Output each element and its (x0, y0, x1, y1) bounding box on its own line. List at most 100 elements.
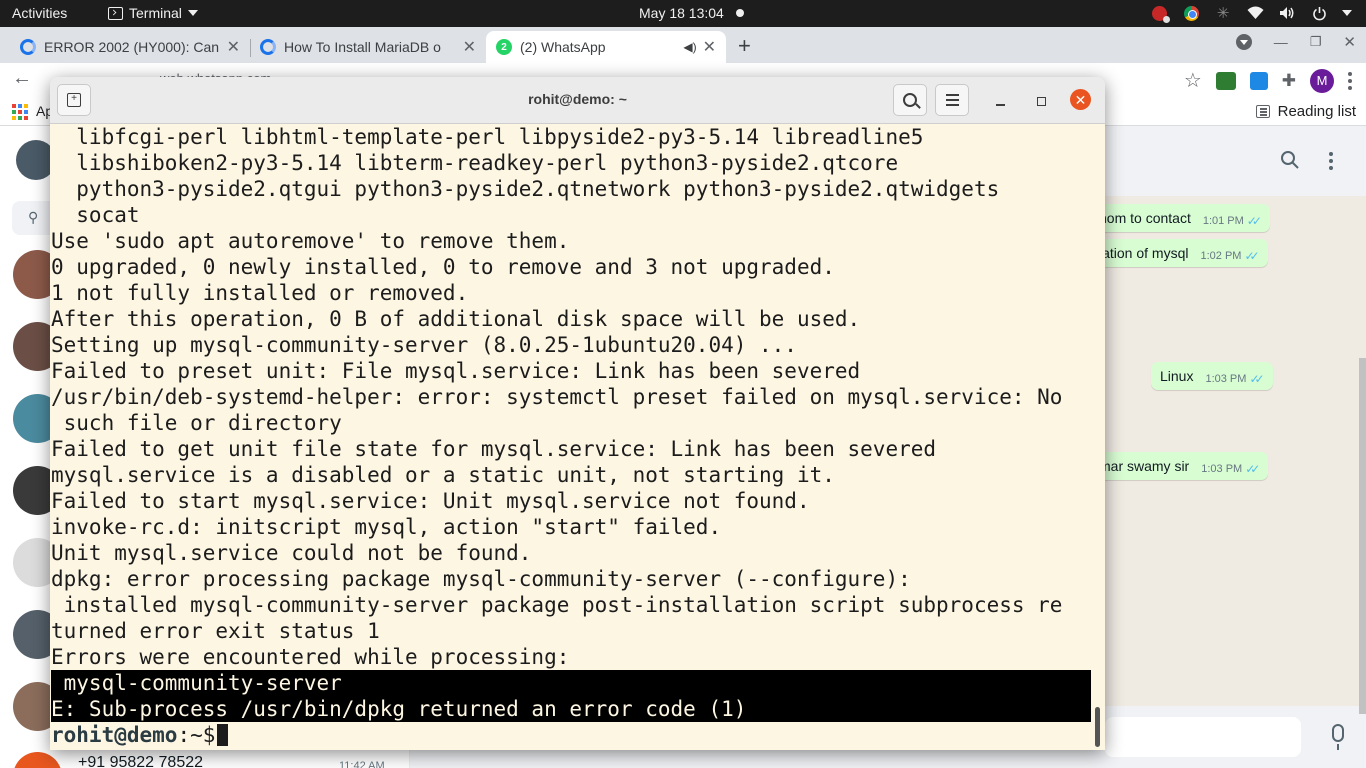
message-meta: 1:01 PM ✓✓ (1203, 214, 1262, 228)
notification-dot-icon (735, 9, 744, 17)
tab-search-icon[interactable] (1235, 34, 1252, 50)
message-input[interactable] (1105, 717, 1301, 757)
read-ticks-icon: ✓✓ (1244, 249, 1259, 263)
terminal-output[interactable]: libfcgi-perl libhtml-template-perl libpy… (51, 124, 1091, 750)
shell-prompt[interactable]: rohit@demo:~$ (51, 722, 229, 748)
microphone-icon[interactable] (1332, 724, 1344, 750)
terminal-line: Failed to preset unit: File mysql.servic… (51, 359, 861, 383)
minimize-button[interactable] (990, 91, 1010, 111)
search-icon[interactable] (1280, 150, 1300, 170)
clock[interactable]: May 18 13:04 (639, 5, 744, 21)
more-vert-icon[interactable] (1348, 71, 1352, 90)
tab-title: ERROR 2002 (HY000): Can (44, 39, 220, 55)
power-icon[interactable] (1310, 4, 1328, 22)
chat-time: 11:42 AM (339, 760, 385, 768)
close-icon[interactable]: ✕ (703, 37, 716, 57)
app-menu-label: Terminal (129, 5, 182, 21)
message-time: 1:02 PM (1200, 250, 1242, 262)
message-meta: 1:03 PM ✓✓ (1205, 372, 1264, 386)
message-time: 1:01 PM (1202, 215, 1244, 227)
terminal-line: After this operation, 0 B of additional … (51, 307, 861, 331)
clock-label: May 18 13:04 (639, 5, 724, 21)
profile-avatar[interactable]: M (1310, 68, 1334, 93)
more-vert-icon[interactable] (1329, 152, 1333, 170)
whatsapp-favicon-icon: 2 (496, 39, 512, 55)
message-time: 1:03 PM (1205, 373, 1247, 385)
html-extension-icon[interactable] (1215, 71, 1236, 90)
maximize-button[interactable] (1031, 91, 1051, 111)
terminal-line: 1 not fully installed or removed. (51, 281, 469, 305)
terminal-line-selected: E: Sub-process /usr/bin/dpkg returned an… (51, 696, 1091, 722)
reading-list-button[interactable]: Reading list (1255, 103, 1356, 120)
terminal-line: installed mysql-community-server package… (51, 593, 1063, 617)
minimize-icon (995, 104, 1005, 106)
hamburger-menu-icon (945, 94, 959, 106)
terminal-scrollbar[interactable] (1095, 707, 1100, 747)
search-icon (903, 93, 917, 107)
message-bubble[interactable]: lation of mysql 1:02 PM ✓✓ (1090, 239, 1268, 267)
terminal-line: Failed to get unit file state for mysql.… (51, 437, 937, 461)
prompt-path: :~$ (177, 723, 216, 747)
browser-tab-strip: ERROR 2002 (HY000): Can ✕ How To Install… (0, 27, 1366, 63)
digitalocean-favicon-icon (260, 39, 276, 55)
audio-playing-icon[interactable]: ◀) (683, 40, 696, 54)
terminal-window[interactable]: + rohit@demo: ~ ✕ libfcgi-perl libhtml-t… (50, 77, 1105, 750)
terminal-icon (108, 6, 123, 20)
terminal-line: Errors were encountered while processing… (51, 645, 570, 669)
menu-button[interactable] (935, 84, 969, 116)
message-text: mar swamy sir (1099, 458, 1190, 474)
message-text: nom to contact (1099, 210, 1191, 226)
chrome-indicator-icon[interactable] (1182, 4, 1200, 22)
minimize-window-button[interactable]: — (1274, 34, 1288, 50)
apps-grid-icon[interactable] (12, 104, 28, 120)
message-bubble[interactable]: nom to contact 1:01 PM ✓✓ (1090, 204, 1270, 232)
extensions-puzzle-icon[interactable]: ✚ (1282, 71, 1296, 91)
maximize-icon (1036, 96, 1046, 106)
terminal-line: 0 upgraded, 0 newly installed, 0 to remo… (51, 255, 835, 279)
terminal-header-bar[interactable]: + rohit@demo: ~ ✕ (50, 77, 1105, 124)
chat-avatar[interactable] (13, 752, 62, 768)
terminal-line: mysql.service is a disabled or a static … (51, 463, 835, 487)
terminal-line: Failed to start mysql.service: Unit mysq… (51, 489, 810, 513)
terminal-line: Use 'sudo apt autoremove' to remove them… (51, 229, 570, 253)
app-menu[interactable]: Terminal (108, 5, 198, 21)
activities-button[interactable]: Activities (12, 5, 67, 21)
message-meta: 1:02 PM ✓✓ (1200, 249, 1259, 263)
open-link-extension-icon[interactable] (1249, 71, 1268, 90)
tab-title: (2) WhatsApp (520, 39, 606, 55)
toolbar-actions: ☆ ✚ M (1184, 68, 1352, 93)
tab-mariadb[interactable]: How To Install MariaDB o ✕ (250, 31, 486, 63)
tab-whatsapp[interactable]: 2 (2) WhatsApp ◀) ✕ (486, 31, 726, 63)
message-bubble[interactable]: Linux 1:03 PM ✓✓ (1151, 362, 1273, 390)
message-bubble[interactable]: mar swamy sir 1:03 PM ✓✓ (1090, 452, 1269, 480)
bookmark-star-icon[interactable]: ☆ (1184, 68, 1202, 93)
terminal-line: Unit mysql.service could not be found. (51, 541, 532, 565)
close-button[interactable]: ✕ (1070, 89, 1091, 110)
digitalocean-favicon-icon (20, 39, 36, 55)
terminal-line: python3-pyside2.qtgui python3-pyside2.qt… (51, 177, 1000, 201)
chevron-down-icon[interactable] (1342, 10, 1352, 16)
bluetooth-icon[interactable]: ✳ (1214, 4, 1232, 22)
search-button[interactable] (893, 84, 927, 116)
chat-name[interactable]: +91 95822 78522 (78, 754, 203, 768)
terminal-line: such file or directory (51, 411, 342, 435)
tab-mysql-error[interactable]: ERROR 2002 (HY000): Can ✕ (10, 31, 250, 63)
message-text: Linux (1160, 368, 1194, 384)
close-window-button[interactable]: ✕ (1343, 33, 1356, 51)
close-icon[interactable]: ✕ (463, 37, 476, 57)
reading-list-label: Reading list (1277, 103, 1356, 120)
close-icon[interactable]: ✕ (227, 37, 240, 57)
new-tab-button[interactable]: + (738, 33, 751, 59)
terminal-line: turned error exit status 1 (51, 619, 380, 643)
page-scrollbar[interactable] (1359, 358, 1366, 714)
terminal-line: dpkg: error processing package mysql-com… (51, 567, 911, 591)
back-arrow-icon[interactable]: ← (12, 67, 32, 90)
prompt-user-host: rohit@demo (51, 723, 178, 747)
terminal-line: libshiboken2-py3-5.14 libterm-readkey-pe… (51, 151, 899, 175)
app-indicator-icon[interactable] (1150, 4, 1170, 23)
volume-icon[interactable] (1278, 4, 1296, 22)
restore-window-button[interactable]: ❐ (1310, 34, 1322, 50)
terminal-line-selected: mysql-community-server (51, 670, 1091, 696)
search-icon: ⚲ (28, 209, 39, 225)
wifi-icon[interactable] (1246, 4, 1264, 22)
